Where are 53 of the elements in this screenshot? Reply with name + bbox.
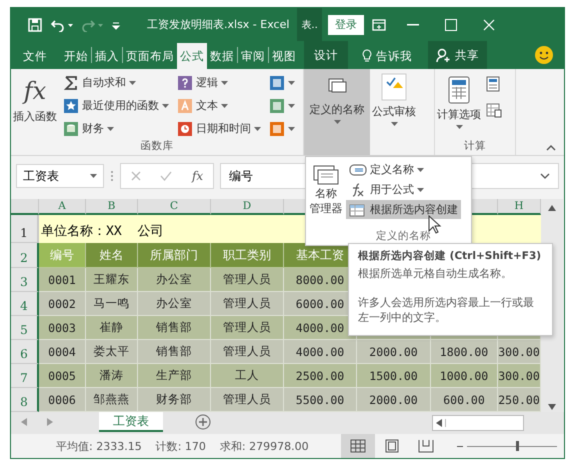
table-cell: 王耀东 xyxy=(86,268,138,292)
status-stat: 计数: 170 xyxy=(156,438,206,454)
table-cell: 生产部 xyxy=(138,364,211,388)
table-cell: 1800.00 xyxy=(431,340,498,364)
window-title: 工资发放明细表.xlsx - Excel xyxy=(147,17,290,32)
table-cell: 2000.00 xyxy=(357,340,431,364)
tooltip-title: 根据所选内容创建 (Ctrl+Shift+F3) xyxy=(358,249,542,263)
table-cell: 管理人员 xyxy=(211,316,284,340)
table-cell: 1500.00 xyxy=(357,364,431,388)
table-cell: 工人 xyxy=(211,364,284,388)
group-label: 函数库 xyxy=(140,139,174,154)
column-heading-cell: 编号 xyxy=(39,243,86,268)
table-cell: 办公室 xyxy=(138,268,211,292)
group-label: 计算 xyxy=(463,139,487,154)
fx-icon: fx xyxy=(24,76,46,106)
table-cell: 0001 xyxy=(39,268,86,292)
table-cell: 邹燕燕 xyxy=(86,388,138,412)
table-cell: 管理人员 xyxy=(211,340,284,364)
table-cell: 娄太平 xyxy=(86,340,138,364)
table-cell: 4000.00 xyxy=(284,316,357,340)
table-cell: 300.00 xyxy=(498,364,541,388)
column-heading-cell: 姓名 xyxy=(86,243,138,268)
table-cell: 0004 xyxy=(39,340,86,364)
table-cell: 300.00 xyxy=(498,340,541,364)
table-cell: 崔静 xyxy=(86,316,138,340)
table-cell: 250.00 xyxy=(498,388,541,412)
table-cell: 马一鸣 xyxy=(86,292,138,316)
tooltip-text: 根据所选单元格自动生成名称。 xyxy=(358,267,513,282)
status-stat: 平均值: 2333.15 xyxy=(56,438,142,454)
table-cell: 管理人员 xyxy=(211,388,284,412)
table-cell: 2000.00 xyxy=(357,388,431,412)
column-heading-cell: 职工类别 xyxy=(211,243,284,268)
table-cell: 财务部 xyxy=(138,388,211,412)
table-cell: 600.00 xyxy=(431,388,498,412)
status-stat: 求和: 279978.00 xyxy=(220,438,309,454)
tooltip-text: 许多人会选用所选内容最上一行或最左一列中的文字。 xyxy=(358,296,535,326)
table-cell: 5500.00 xyxy=(284,388,357,412)
table-cell: 管理人员 xyxy=(211,292,284,316)
table-cell: 销售部 xyxy=(138,316,211,340)
table-cell: 0006 xyxy=(39,388,86,412)
group-label: 定义的名称 xyxy=(375,229,432,244)
context-tab-title: 表.. xyxy=(297,8,322,41)
table-cell: 销售部 xyxy=(138,340,211,364)
table-cell: 0002 xyxy=(39,292,86,316)
table-cell: 0003 xyxy=(39,316,86,340)
table-cell: 1000.00 xyxy=(431,364,498,388)
table-cell: 4000.00 xyxy=(284,340,357,364)
table-cell: 0005 xyxy=(39,364,86,388)
table-cell: 管理人员 xyxy=(211,268,284,292)
table-cell: 潘涛 xyxy=(86,364,138,388)
table-cell: 办公室 xyxy=(138,292,211,316)
table-cell: 2500.00 xyxy=(284,364,357,388)
column-heading-cell: 所属部门 xyxy=(138,243,211,268)
